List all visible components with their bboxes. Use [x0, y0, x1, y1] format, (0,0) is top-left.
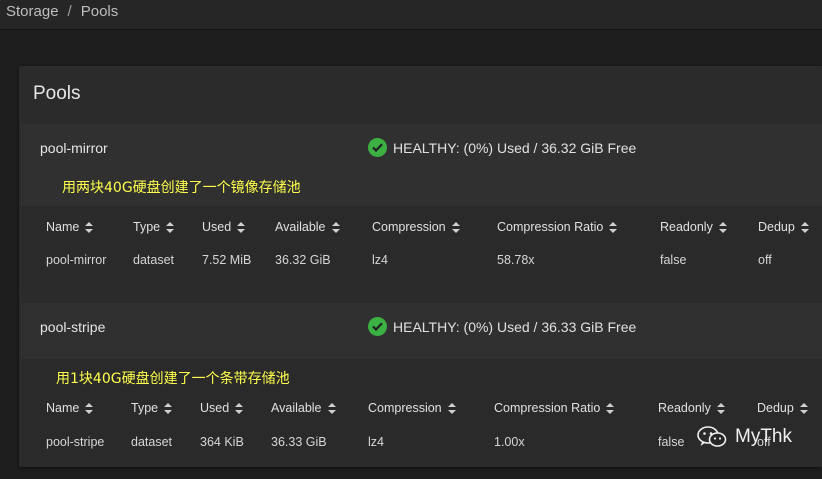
column-header-compression-ratio[interactable]: Compression Ratio: [494, 401, 615, 415]
sort-icon: [447, 402, 456, 414]
pool-status: HEALTHY: (0%) Used / 36.33 GiB Free: [368, 317, 636, 336]
column-header-available[interactable]: Available: [271, 401, 336, 415]
cell-compression: lz4: [372, 253, 388, 267]
pool-name[interactable]: pool-mirror: [40, 140, 108, 156]
column-header-dedup[interactable]: Dedup: [757, 401, 808, 415]
breadcrumb-pools[interactable]: Pools: [81, 3, 119, 20]
check-circle-icon: [368, 317, 387, 336]
pool-table: Name Type Used Available Compression Com…: [21, 206, 822, 289]
pool-name[interactable]: pool-stripe: [40, 319, 105, 335]
column-header-compression[interactable]: Compression: [372, 220, 460, 234]
sort-icon: [235, 402, 244, 414]
pool-status: HEALTHY: (0%) Used / 36.32 GiB Free: [368, 138, 636, 157]
breadcrumb-separator: /: [67, 3, 72, 20]
top-bar: Storage / Pools: [0, 0, 822, 30]
pool-status-text: HEALTHY: (0%) Used / 36.32 GiB Free: [393, 139, 637, 156]
sort-icon: [451, 221, 460, 233]
pool-status-text: HEALTHY: (0%) Used / 36.33 GiB Free: [393, 318, 637, 335]
column-header-type[interactable]: Type: [133, 220, 175, 234]
sort-icon: [164, 402, 173, 414]
cell-type: dataset: [131, 435, 173, 449]
column-header-dedup[interactable]: Dedup: [758, 220, 809, 234]
column-header-name[interactable]: Name: [46, 401, 94, 415]
pool-table: 用1块40G硬盘创建了一个条带存储池 Name Type Used Availa…: [21, 359, 822, 467]
cell-name: pool-stripe: [46, 435, 105, 449]
sort-icon: [800, 221, 809, 233]
sort-icon: [327, 402, 336, 414]
cell-compression-ratio: 1.00x: [494, 435, 525, 449]
sort-icon: [609, 221, 618, 233]
pool-panel-mirror: pool-mirror HEALTHY: (0%) Used / 36.32 G…: [21, 124, 822, 289]
cell-type: dataset: [133, 253, 175, 267]
wechat-icon: [697, 426, 727, 447]
sort-icon: [606, 402, 615, 414]
watermark-text: MyThk: [735, 426, 792, 447]
column-header-name[interactable]: Name: [46, 220, 94, 234]
column-header-used[interactable]: Used: [200, 401, 244, 415]
column-header-used[interactable]: Used: [202, 220, 246, 234]
sort-icon: [166, 221, 175, 233]
column-header-readonly[interactable]: Readonly: [660, 220, 727, 234]
sort-icon: [718, 221, 727, 233]
sort-icon: [85, 221, 94, 233]
cell-readonly: false: [658, 435, 685, 449]
column-header-available[interactable]: Available: [275, 220, 340, 234]
column-header-readonly[interactable]: Readonly: [658, 401, 725, 415]
column-header-type[interactable]: Type: [131, 401, 173, 415]
cell-used: 364 KiB: [200, 435, 244, 449]
cell-available: 36.32 GiB: [275, 253, 331, 267]
card-title: Pools: [33, 83, 81, 104]
sort-icon: [331, 221, 340, 233]
column-header-compression[interactable]: Compression: [368, 401, 456, 415]
cell-compression: lz4: [368, 435, 384, 449]
breadcrumb: Storage / Pools: [6, 3, 118, 20]
annotation-text: 用两块40G硬盘创建了一个镜像存储池: [62, 180, 301, 196]
cell-available: 36.33 GiB: [271, 435, 327, 449]
cell-readonly: false: [660, 253, 687, 267]
cell-used: 7.52 MiB: [202, 253, 252, 267]
cell-compression-ratio: 58.78x: [497, 253, 535, 267]
pools-card: Pools pool-mirror HEALTHY: (0%) Used / 3…: [19, 66, 822, 467]
sort-icon: [85, 402, 94, 414]
breadcrumb-storage[interactable]: Storage: [6, 3, 59, 20]
annotation-text: 用1块40G硬盘创建了一个条带存储池: [56, 371, 290, 387]
watermark: MyThk: [697, 426, 792, 448]
sort-icon: [716, 402, 725, 414]
column-header-compression-ratio[interactable]: Compression Ratio: [497, 220, 618, 234]
sort-icon: [237, 221, 246, 233]
sort-icon: [799, 402, 808, 414]
check-circle-icon: [368, 138, 387, 157]
cell-dedup: off: [758, 253, 772, 267]
cell-name: pool-mirror: [46, 253, 107, 267]
